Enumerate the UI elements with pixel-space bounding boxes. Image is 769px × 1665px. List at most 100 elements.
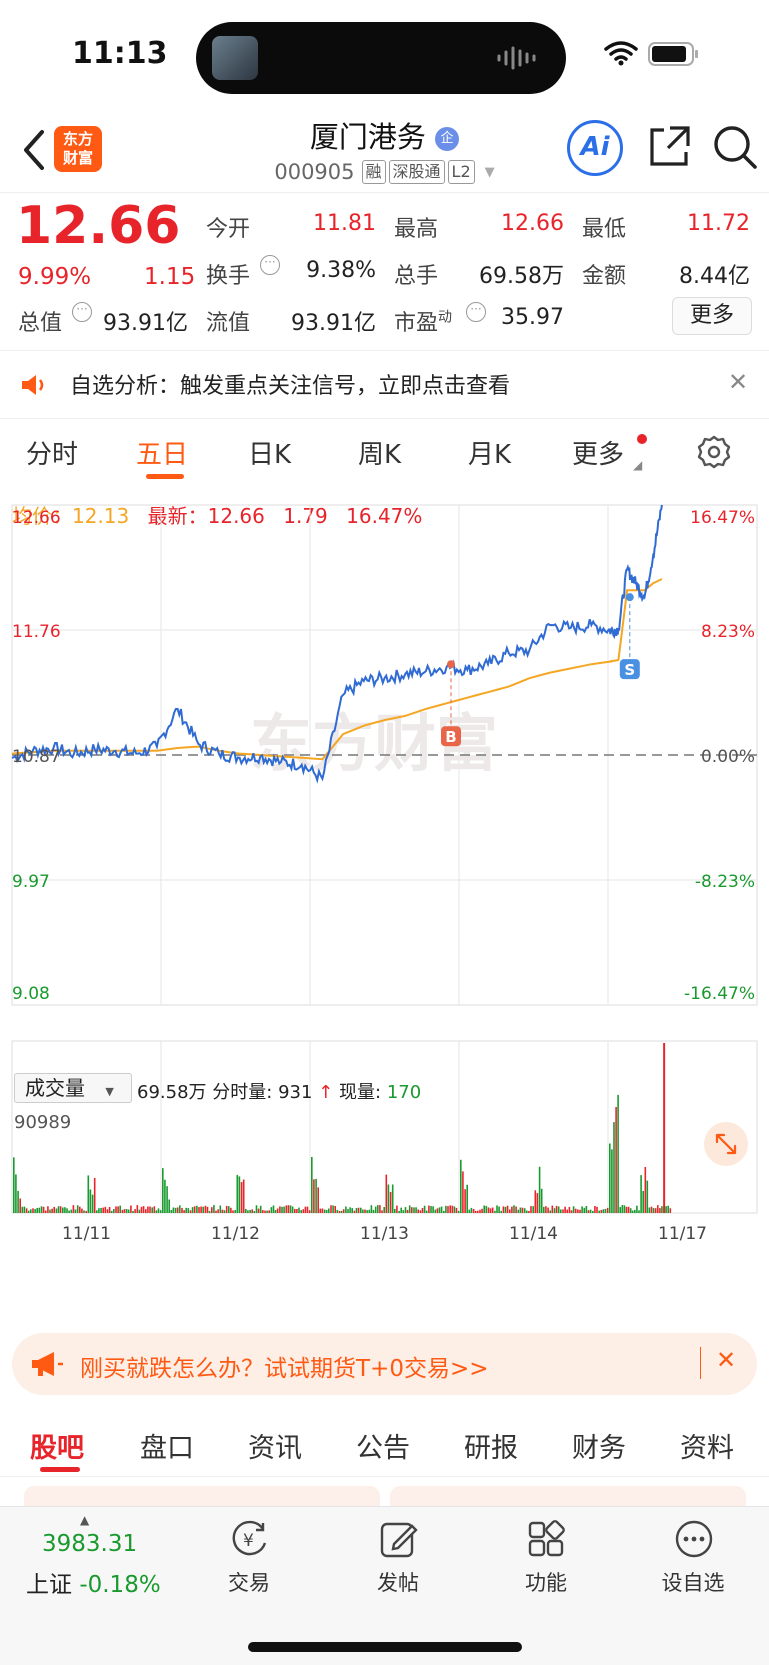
- volume-bar: [38, 1207, 41, 1213]
- volume-bar: [93, 1178, 96, 1213]
- value-turnover: 9.38%: [306, 258, 376, 283]
- speaker-icon: [22, 375, 44, 395]
- volume-bar: [225, 1205, 228, 1213]
- bar-volume-value: 931: [278, 1082, 313, 1103]
- volume-bar: [125, 1209, 128, 1213]
- tab-five-day[interactable]: 五日: [136, 434, 188, 471]
- nav-post-label: 发帖: [377, 1571, 419, 1595]
- pe-superscript: 动: [438, 309, 453, 326]
- volume-bar: [468, 1209, 471, 1213]
- tab-order-book[interactable]: 盘口: [140, 1426, 194, 1465]
- alert-text[interactable]: 自选分析：触发重点关注信号，立即点击查看: [70, 368, 510, 400]
- volume-bar: [162, 1168, 164, 1213]
- volume-bar: [283, 1206, 285, 1213]
- volume-bar: [193, 1206, 196, 1213]
- volume-bar: [117, 1206, 119, 1213]
- value-low: 11.72: [687, 211, 750, 236]
- expand-button[interactable]: [704, 1122, 748, 1166]
- volume-bar: [665, 1206, 667, 1213]
- volume-bar: [400, 1207, 402, 1213]
- dropdown-icon[interactable]: ▼: [485, 165, 495, 180]
- volume-bar: [372, 1209, 375, 1213]
- tab-more[interactable]: 更多: [572, 434, 624, 471]
- tab-announcements[interactable]: 公告: [356, 1426, 410, 1465]
- now-volume-label: 现量:: [339, 1082, 382, 1103]
- volume-bar: [530, 1206, 532, 1213]
- info-icon[interactable]: ···: [260, 255, 280, 275]
- volume-bar: [430, 1206, 432, 1213]
- volume-bar: [532, 1206, 534, 1213]
- tab-intraday[interactable]: 分时: [26, 434, 78, 471]
- volume-bar: [423, 1205, 426, 1213]
- divider: [0, 192, 769, 193]
- volume-bar: [134, 1209, 136, 1213]
- value-high: 12.66: [501, 211, 564, 236]
- volume-bar: [654, 1208, 657, 1213]
- share-icon[interactable]: [648, 124, 692, 168]
- x-tick-label: 11/14: [509, 1224, 558, 1244]
- volume-total: 69.58万: [137, 1082, 207, 1103]
- label-market-cap: 总值: [18, 311, 63, 336]
- volume-bar: [587, 1210, 590, 1213]
- volume-bar: [483, 1205, 485, 1213]
- tab-profile[interactable]: 资料: [680, 1426, 734, 1465]
- x-tick-label: 11/13: [360, 1224, 409, 1244]
- volume-bar: [611, 1149, 613, 1213]
- caret-up-icon[interactable]: ▲: [80, 1513, 89, 1527]
- volume-bar: [289, 1205, 292, 1213]
- alert-close-icon[interactable]: ✕: [728, 368, 748, 396]
- volume-bar: [170, 1210, 173, 1213]
- promo-close-icon[interactable]: ✕: [716, 1346, 736, 1374]
- dynamic-island[interactable]: [196, 22, 566, 94]
- volume-bar: [528, 1210, 530, 1213]
- volume-bar: [325, 1210, 328, 1213]
- y-tick-right: 16.47%: [690, 508, 755, 528]
- tab-month-k[interactable]: 月K: [468, 434, 511, 471]
- volume-bar: [536, 1193, 539, 1213]
- volume-bar: [545, 1206, 547, 1213]
- volume-bar: [592, 1210, 594, 1213]
- grid-icon: [528, 1520, 565, 1557]
- chevron-down-icon: ▼: [105, 1085, 114, 1098]
- index-line[interactable]: 上证 -0.18%: [26, 1565, 161, 1599]
- volume-bar: [255, 1205, 258, 1213]
- volume-bar: [113, 1209, 115, 1213]
- search-icon[interactable]: [712, 124, 758, 170]
- index-value[interactable]: 3983.31: [42, 1531, 137, 1557]
- volume-bar: [445, 1205, 447, 1213]
- tab-day-k[interactable]: 日K: [248, 434, 291, 471]
- volume-bar: [121, 1209, 124, 1213]
- info-icon[interactable]: ···: [466, 302, 486, 322]
- more-button[interactable]: 更多: [672, 297, 752, 335]
- tab-week-k[interactable]: 周K: [358, 434, 401, 471]
- volume-bar: [615, 1107, 617, 1213]
- volume-bar: [87, 1175, 90, 1213]
- tab-financials[interactable]: 财务: [572, 1426, 626, 1465]
- info-icon[interactable]: ···: [72, 302, 92, 322]
- volume-bar: [432, 1206, 434, 1213]
- promo-banner[interactable]: 刚买就跌怎么办？试试期货T+0交易>> ✕: [12, 1333, 757, 1395]
- divider: [0, 350, 769, 351]
- home-indicator: [248, 1642, 522, 1652]
- volume-bar: [232, 1210, 234, 1213]
- volume-bar: [470, 1207, 473, 1213]
- tab-forum[interactable]: 股吧: [30, 1426, 84, 1465]
- volume-bar: [652, 1208, 655, 1213]
- volume-bar: [251, 1209, 253, 1213]
- tab-news[interactable]: 资讯: [248, 1426, 302, 1465]
- settings-icon[interactable]: [696, 434, 732, 470]
- volume-bar: [523, 1208, 526, 1213]
- volume-bar: [498, 1206, 500, 1213]
- volume-bar: [642, 1191, 644, 1213]
- price-chart[interactable]: 东方财富 B S 12.66 16.47% 11.76 8.23% 10.87 0.00% 9…: [0, 495, 769, 1305]
- label-float-cap: 流值: [206, 311, 251, 336]
- ai-button[interactable]: Ai: [567, 120, 623, 176]
- volume-bar: [142, 1206, 145, 1213]
- tab-research[interactable]: 研报: [464, 1426, 518, 1465]
- volume-bar: [272, 1205, 275, 1213]
- volume-bar: [460, 1159, 462, 1213]
- volume-selector[interactable]: 成交量 ▼: [14, 1073, 132, 1103]
- x-tick-label: 11/17: [658, 1224, 707, 1244]
- volume-bar: [581, 1206, 583, 1213]
- volume-bar: [604, 1209, 607, 1213]
